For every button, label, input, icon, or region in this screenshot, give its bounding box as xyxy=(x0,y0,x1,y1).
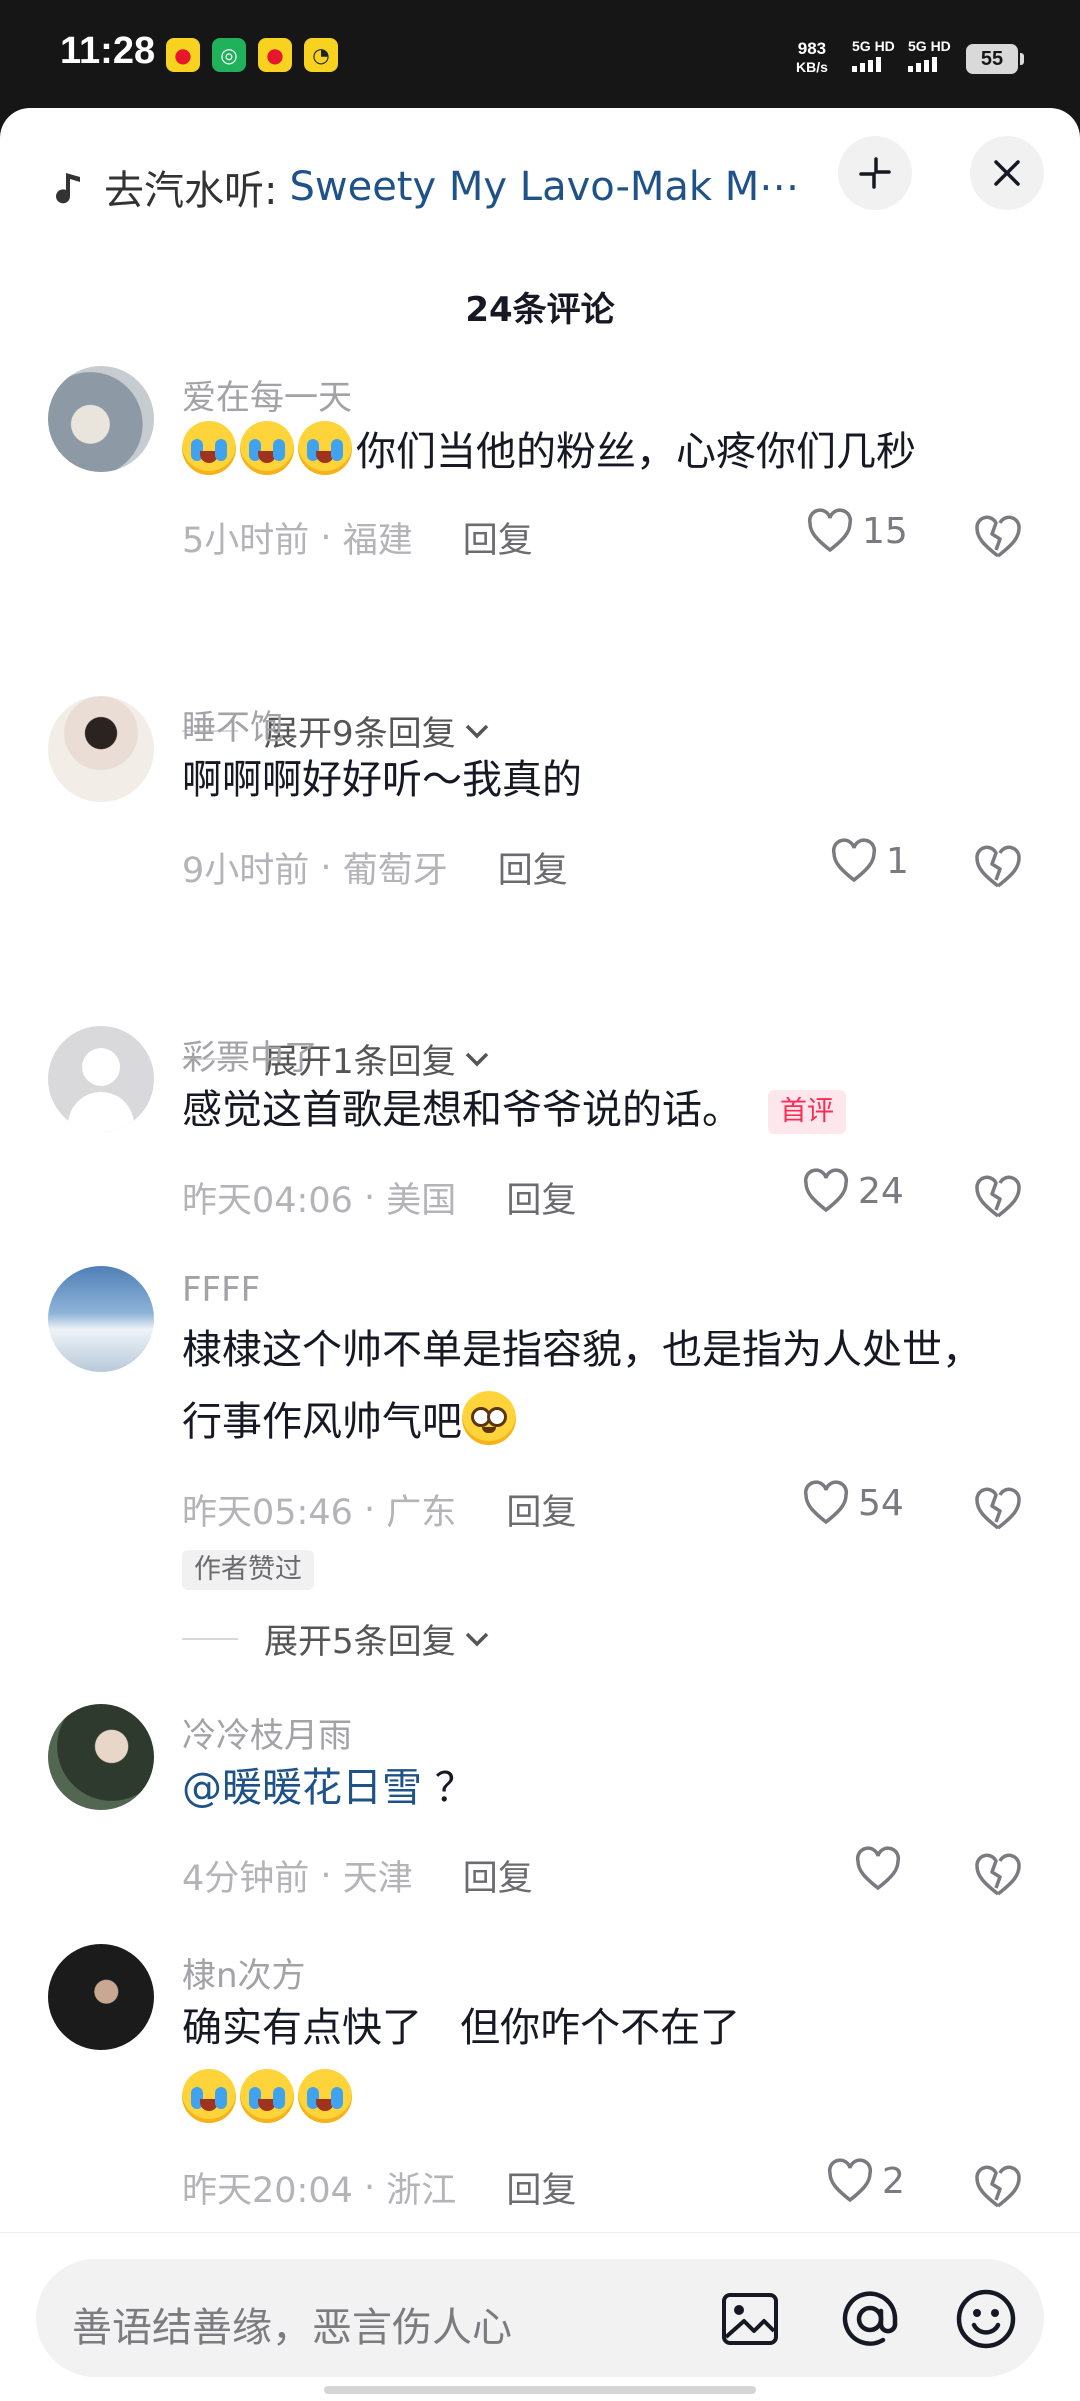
comment-meta: 9小时前 · 葡萄牙 回复 xyxy=(182,842,568,893)
crying-emoji-icon xyxy=(182,2069,236,2123)
reply-button[interactable]: 回复 xyxy=(506,2162,576,2213)
avatar[interactable] xyxy=(48,1026,154,1132)
heart-icon xyxy=(807,508,853,553)
comment-meta: 4分钟前 · 天津 回复 xyxy=(182,1850,533,1901)
avatar[interactable] xyxy=(48,1704,154,1810)
heart-icon xyxy=(803,1168,849,1213)
reply-button[interactable]: 回复 xyxy=(506,1172,576,1223)
comment-meta: 昨天05:46 · 广东 回复 xyxy=(182,1484,576,1535)
comment-meta: 昨天04:06 · 美国 回复 xyxy=(182,1172,576,1223)
song-title[interactable]: Sweety My Lavo-Mak M⋯ xyxy=(289,164,799,210)
expand-replies-button[interactable]: 展开5条回复 xyxy=(182,1614,492,1663)
clock: 11:28 xyxy=(60,30,156,72)
like-count: 15 xyxy=(862,510,908,552)
signal-sim2-icon: 5G HD xyxy=(908,38,951,72)
image-icon[interactable] xyxy=(714,2283,786,2355)
emoji-icon[interactable] xyxy=(950,2283,1022,2355)
app-icon: ◎ xyxy=(212,38,246,72)
comment-meta: 昨天20:04 · 浙江 回复 xyxy=(182,2162,576,2213)
comment-input[interactable]: 善语结善缘，恶言伤人心 xyxy=(36,2259,1044,2377)
crying-emoji-icon xyxy=(240,2069,294,2123)
comment-text: 啊啊啊好好听～我真的 xyxy=(182,757,582,803)
heart-icon xyxy=(831,838,877,883)
avatar[interactable] xyxy=(48,366,154,472)
avatar[interactable] xyxy=(48,1944,154,2050)
reply-button[interactable]: 回复 xyxy=(463,1850,533,1901)
chevron-down-icon xyxy=(465,1632,488,1646)
broken-heart-icon[interactable] xyxy=(972,1172,1024,1220)
avatar[interactable] xyxy=(48,696,154,802)
heart-icon xyxy=(803,1480,849,1525)
broken-heart-icon[interactable] xyxy=(972,2162,1024,2210)
comment-sheet: 去汽水听: Sweety My Lavo-Mak M⋯ 24条评论 爱在每一天 … xyxy=(0,108,1080,2400)
reply-button[interactable]: 回复 xyxy=(498,842,568,893)
mention-link[interactable]: @暖暖花日雪 xyxy=(182,1765,422,1811)
like-button[interactable]: 15 xyxy=(806,508,908,554)
status-bar: 11:28 ● ◎ ● ◔ 983 KB/s 5G HD 5G HD 55 xyxy=(0,0,1080,108)
username[interactable]: 爱在每一天 xyxy=(182,370,352,419)
crying-emoji-icon xyxy=(298,421,352,475)
comment-text: 棣棣这个帅不单是指容貌，也是指为人处世，行事作风帅气吧 xyxy=(182,1327,982,1445)
music-note-icon xyxy=(56,173,80,204)
like-button[interactable]: 24 xyxy=(802,1168,904,1214)
crying-emoji-icon xyxy=(182,421,236,475)
at-icon[interactable] xyxy=(834,2283,906,2355)
close-button[interactable] xyxy=(970,136,1044,210)
like-count: 1 xyxy=(886,840,909,882)
music-link[interactable]: 去汽水听: Sweety My Lavo-Mak M⋯ xyxy=(50,152,810,222)
reply-button[interactable]: 回复 xyxy=(506,1484,576,1535)
collapse-button[interactable] xyxy=(838,136,912,210)
broken-heart-icon[interactable] xyxy=(972,1850,1024,1898)
comment-count: 24条评论 xyxy=(465,290,615,330)
author-liked-badge: 作者赞过 xyxy=(182,1550,314,1590)
comment-input-bar: 善语结善缘，恶言伤人心 xyxy=(0,2232,1080,2401)
heart-icon xyxy=(855,1846,901,1891)
collapse-icon xyxy=(859,157,891,189)
heart-icon xyxy=(827,2158,873,2203)
first-comment-badge: 首评 xyxy=(768,1090,846,1134)
notification-icons: ● ◎ ● ◔ xyxy=(166,38,338,72)
broken-heart-icon[interactable] xyxy=(972,512,1024,560)
like-count: 2 xyxy=(882,2160,905,2202)
close-icon xyxy=(994,160,1020,186)
battery-icon: 55 xyxy=(966,44,1024,74)
username[interactable]: 睡不饱 xyxy=(182,700,284,749)
comment-text: 你们当他的粉丝，心疼你们几秒 xyxy=(182,416,1012,488)
broken-heart-icon[interactable] xyxy=(972,842,1024,890)
broken-heart-icon[interactable] xyxy=(972,1484,1024,1532)
chevron-down-icon xyxy=(465,1052,488,1066)
weibo-icon: ● xyxy=(258,38,292,72)
like-button[interactable]: 54 xyxy=(802,1480,904,1526)
comment-text: @暖暖花日雪 ？ xyxy=(182,1765,475,1811)
comment-input-placeholder: 善语结善缘，恶言伤人心 xyxy=(72,2305,512,2351)
username[interactable]: 彩票中了 xyxy=(182,1030,318,1079)
comment-text: 确实有点快了 但你咋个不在了 xyxy=(182,1992,1012,2136)
like-count: 54 xyxy=(858,1482,904,1524)
reply-button[interactable]: 回复 xyxy=(463,512,533,563)
like-button[interactable]: 2 xyxy=(826,2158,905,2204)
music-prefix: 去汽水听: xyxy=(104,168,278,214)
app-icon: ◔ xyxy=(304,38,338,72)
blushing-emoji-icon xyxy=(462,1391,516,1445)
username[interactable]: 冷冷枝月雨 xyxy=(182,1708,352,1757)
comment-meta: 5小时前 · 福建 回复 xyxy=(182,512,533,563)
like-button[interactable]: 1 xyxy=(830,838,909,884)
home-indicator[interactable] xyxy=(324,2386,756,2394)
chevron-down-icon xyxy=(465,724,488,738)
crying-emoji-icon xyxy=(298,2069,352,2123)
crying-emoji-icon xyxy=(240,421,294,475)
network-speed: 983 KB/s xyxy=(796,39,828,76)
username[interactable]: FFFF xyxy=(182,1270,260,1310)
username[interactable]: 棣n次方 xyxy=(182,1948,306,1997)
weibo-icon: ● xyxy=(166,38,200,72)
signal-sim1-icon: 5G HD xyxy=(852,38,895,72)
like-count: 24 xyxy=(858,1170,904,1212)
avatar[interactable] xyxy=(48,1266,154,1372)
like-button[interactable] xyxy=(854,1846,910,1892)
comment-text: 感觉这首歌是想和爷爷说的话。 首评 xyxy=(182,1074,1012,1146)
